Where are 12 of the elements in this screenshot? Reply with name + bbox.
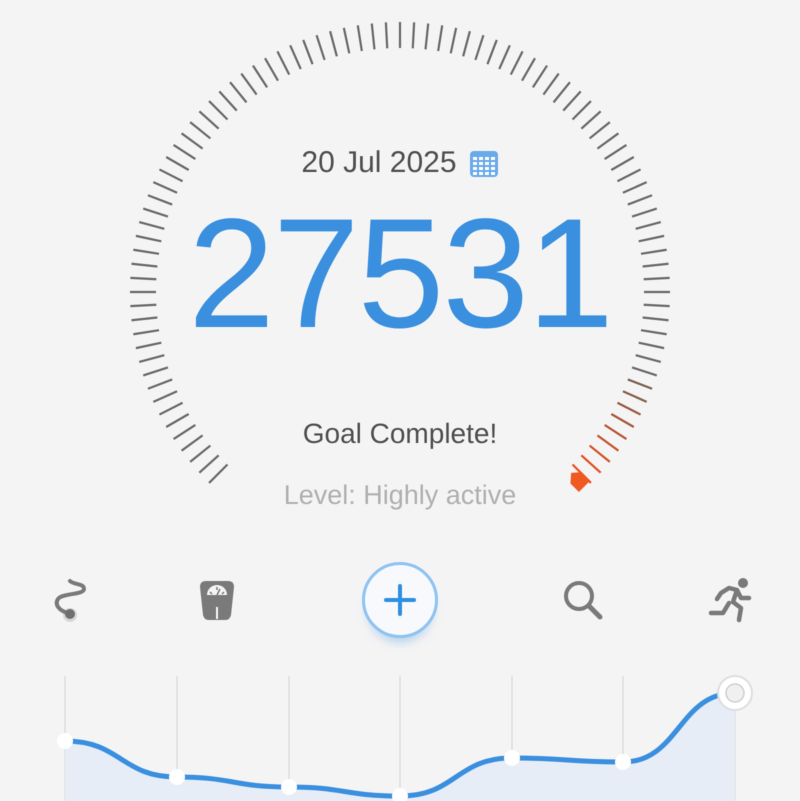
step-count: 27531 xyxy=(188,189,612,359)
activity-level: Level: Highly active xyxy=(284,479,516,512)
chart-point xyxy=(281,779,297,795)
goal-status: Goal Complete! xyxy=(302,417,498,451)
chart-point xyxy=(57,733,73,749)
chart-point xyxy=(615,754,631,770)
chart-point xyxy=(169,769,185,785)
chart-point xyxy=(504,750,520,766)
runner-icon[interactable] xyxy=(707,577,753,623)
date-label: 20 Jul 2025 xyxy=(301,145,457,181)
plus-icon xyxy=(383,583,417,617)
search-icon[interactable] xyxy=(562,579,604,621)
